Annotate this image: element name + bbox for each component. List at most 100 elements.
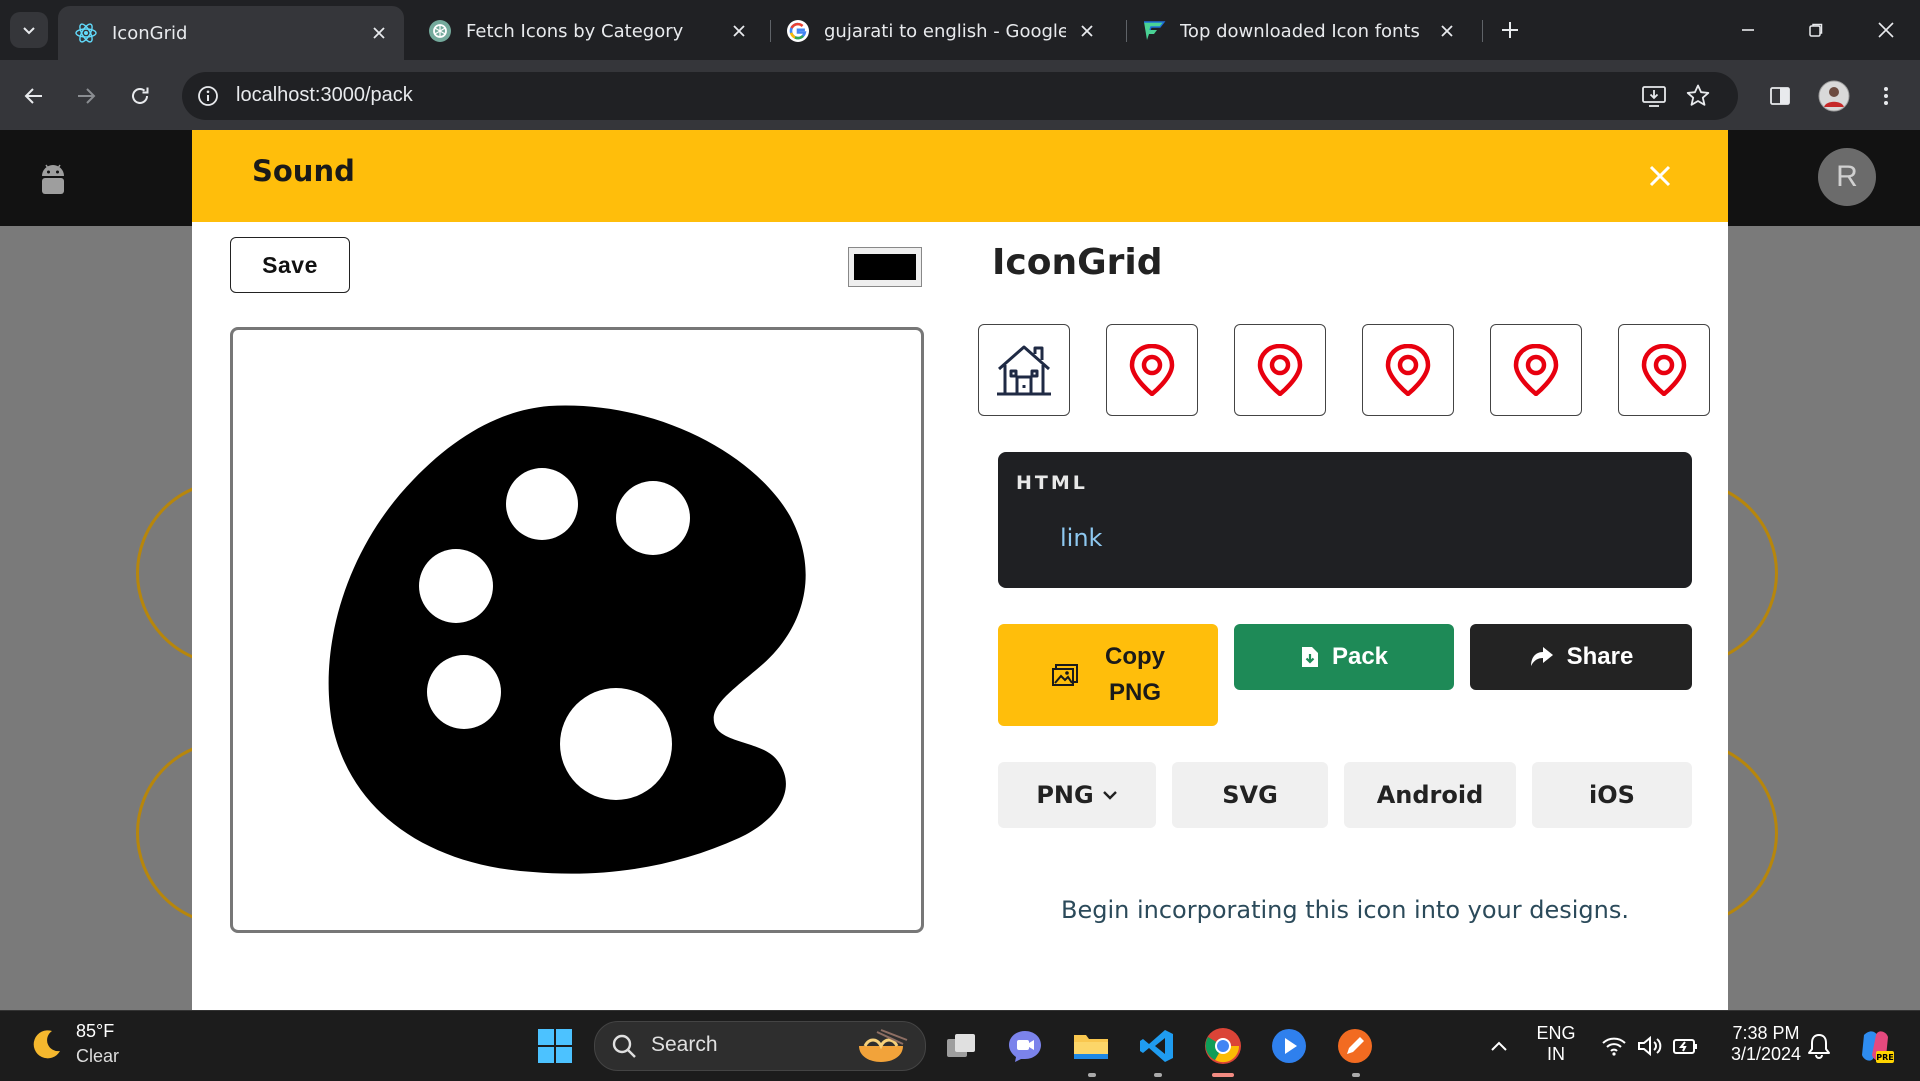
windows-taskbar: 85°F Clear Search ENG IN 7:38 PM 3/1/202… (0, 1010, 1920, 1081)
active-app-indicator (1212, 1073, 1234, 1077)
format-android-label: Android (1376, 781, 1484, 809)
icon-tile-map-pin[interactable] (1106, 324, 1198, 416)
task-view-button[interactable] (938, 1023, 984, 1069)
user-avatar[interactable]: R (1818, 148, 1876, 206)
tab-flaticon[interactable]: Top downloaded Icon fonts - Fl (1126, 8, 1472, 54)
notifications-button[interactable] (1796, 1023, 1842, 1069)
icon-tile-map-pin[interactable] (1618, 324, 1710, 416)
usage-hint: Begin incorporating this icon into your … (1061, 896, 1629, 924)
icon-tile-house[interactable] (978, 324, 1070, 416)
plus-icon (1502, 22, 1518, 38)
reload-icon (132, 87, 149, 104)
format-svg-label: SVG (1222, 781, 1278, 809)
side-panel-icon (1770, 87, 1790, 105)
image-icon (1051, 663, 1079, 687)
close-tab-icon[interactable] (728, 20, 750, 42)
arrow-left-icon (24, 88, 42, 104)
media-player-button[interactable] (1266, 1023, 1312, 1069)
react-icon (74, 21, 98, 45)
restore-button[interactable] (1788, 10, 1844, 50)
reload-button[interactable] (120, 76, 160, 116)
share-button[interactable]: Share (1470, 624, 1692, 690)
show-hidden-icons-button[interactable] (1476, 1023, 1522, 1069)
file-explorer-button[interactable] (1068, 1023, 1114, 1069)
browser-menu-button[interactable] (1866, 76, 1906, 116)
teams-chat-button[interactable] (1002, 1023, 1048, 1069)
restore-icon (1809, 23, 1823, 37)
close-window-button[interactable] (1858, 10, 1914, 50)
format-android-button[interactable]: Android (1344, 762, 1516, 828)
format-svg-button[interactable]: SVG (1172, 762, 1328, 828)
chevron-down-icon (1102, 791, 1117, 800)
back-button[interactable] (14, 76, 54, 116)
wifi-icon (1602, 1037, 1626, 1056)
android-logo-icon[interactable] (38, 162, 68, 198)
taskbar-search[interactable]: Search (594, 1021, 926, 1071)
format-select-png[interactable]: PNG (998, 762, 1156, 828)
tab-fetch-icons[interactable]: Fetch Icons by Category (412, 8, 764, 54)
profile-button[interactable] (1814, 76, 1854, 116)
copy-png-button[interactable]: Copy PNG (998, 624, 1218, 726)
icon-detail-modal: Sound Save IconGrid HTML link Copy PNG P… (192, 130, 1728, 1010)
search-icon (612, 1034, 636, 1058)
url-text: localhost:3000/pack (236, 84, 413, 106)
icon-tile-map-pin[interactable] (1362, 324, 1454, 416)
tab-title: IconGrid (112, 22, 188, 44)
chrome-icon (1205, 1028, 1241, 1064)
browser-tabstrip: IconGrid Fetch Icons by Category gujarat… (0, 0, 1920, 60)
start-button[interactable] (532, 1023, 578, 1069)
close-tab-icon[interactable] (368, 22, 390, 44)
new-tab-button[interactable] (1494, 14, 1526, 46)
tab-search-button[interactable] (10, 12, 48, 48)
close-tab-icon[interactable] (1436, 20, 1458, 42)
icon-tile-map-pin[interactable] (1234, 324, 1326, 416)
address-bar[interactable]: localhost:3000/pack (182, 72, 1738, 120)
site-info-icon[interactable] (196, 84, 220, 108)
save-button[interactable]: Save (230, 237, 350, 293)
pack-button[interactable]: Pack (1234, 624, 1454, 690)
vscode-button[interactable] (1134, 1023, 1180, 1069)
palette-icon (328, 405, 806, 874)
close-modal-button[interactable] (1640, 156, 1680, 196)
more-vertical-icon (1884, 87, 1888, 105)
drawing-app-button[interactable] (1332, 1023, 1378, 1069)
minimize-button[interactable] (1720, 10, 1776, 50)
chatgpt-icon (428, 19, 452, 43)
color-swatch-fill (854, 254, 916, 280)
map-pin-icon (1385, 344, 1431, 396)
forward-button[interactable] (66, 76, 106, 116)
volume-icon (1638, 1035, 1662, 1057)
quick-settings-button[interactable] (1590, 1023, 1710, 1069)
chrome-button[interactable] (1200, 1023, 1246, 1069)
install-app-icon[interactable] (1640, 82, 1668, 110)
flaticon-icon (1142, 19, 1166, 43)
copilot-button[interactable]: PRE (1852, 1023, 1898, 1069)
video-chat-icon (1009, 1031, 1041, 1062)
house-icon (997, 345, 1051, 396)
side-panel-button[interactable] (1760, 76, 1800, 116)
input-language[interactable]: ENG IN (1528, 1023, 1584, 1065)
arrow-right-icon (78, 88, 96, 104)
share-arrow-icon (1529, 646, 1555, 668)
region-code: IN (1547, 1044, 1565, 1064)
tab-icongrid[interactable]: IconGrid (58, 6, 404, 60)
code-link[interactable]: link (1060, 524, 1102, 552)
format-ios-button[interactable]: iOS (1532, 762, 1692, 828)
tab-title: Fetch Icons by Category (466, 20, 684, 42)
bookmark-star-icon[interactable] (1684, 82, 1712, 110)
moon-icon[interactable] (28, 1027, 64, 1063)
modal-header: Sound (192, 130, 1728, 222)
browser-toolbar: localhost:3000/pack (0, 60, 1920, 130)
tab-title: Top downloaded Icon fonts - Fl (1180, 20, 1426, 42)
icon-tile-map-pin[interactable] (1490, 324, 1582, 416)
task-view-icon (947, 1034, 975, 1057)
color-picker[interactable] (848, 247, 922, 287)
map-pin-icon (1641, 344, 1687, 396)
running-indicator (1088, 1073, 1096, 1077)
tab-google-search[interactable]: gujarati to english - Google Sea (770, 8, 1112, 54)
close-tab-icon[interactable] (1076, 20, 1098, 42)
running-indicator (1154, 1073, 1162, 1077)
copy-png-label: Copy PNG (1105, 639, 1165, 711)
weather-condition[interactable]: Clear (76, 1046, 119, 1067)
weather-temperature[interactable]: 85°F (76, 1021, 114, 1042)
